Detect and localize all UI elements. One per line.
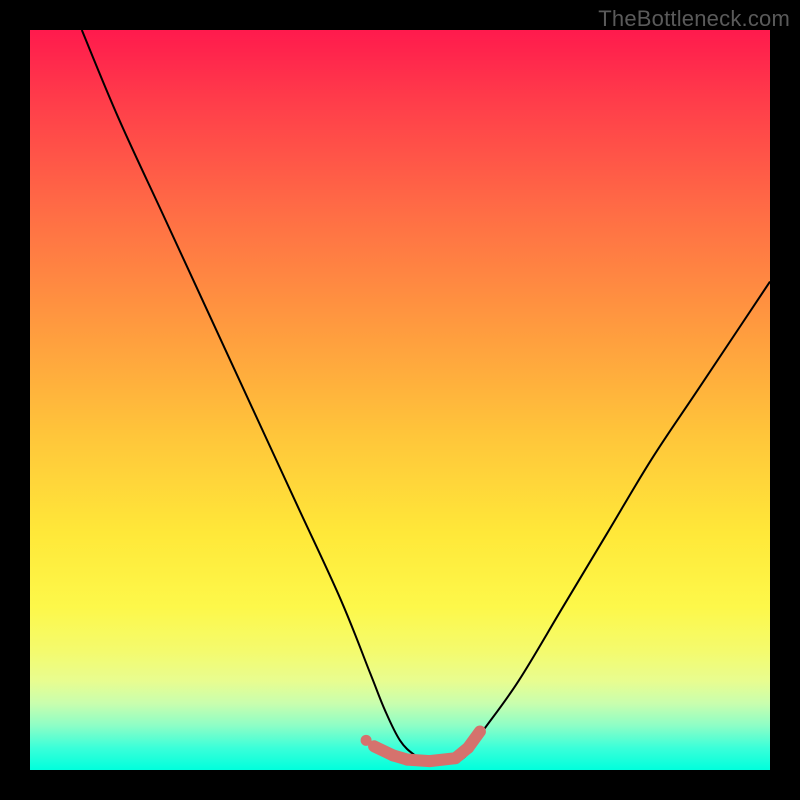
chart-frame: TheBottleneck.com [0, 0, 800, 800]
marker-segment [468, 732, 480, 748]
curve-group [82, 30, 770, 764]
marker-group [361, 732, 480, 762]
bottleneck-curve [82, 30, 770, 764]
marker-dot [361, 735, 372, 746]
curve-layer [30, 30, 770, 770]
watermark-text: TheBottleneck.com [598, 6, 790, 32]
plot-area [30, 30, 770, 770]
